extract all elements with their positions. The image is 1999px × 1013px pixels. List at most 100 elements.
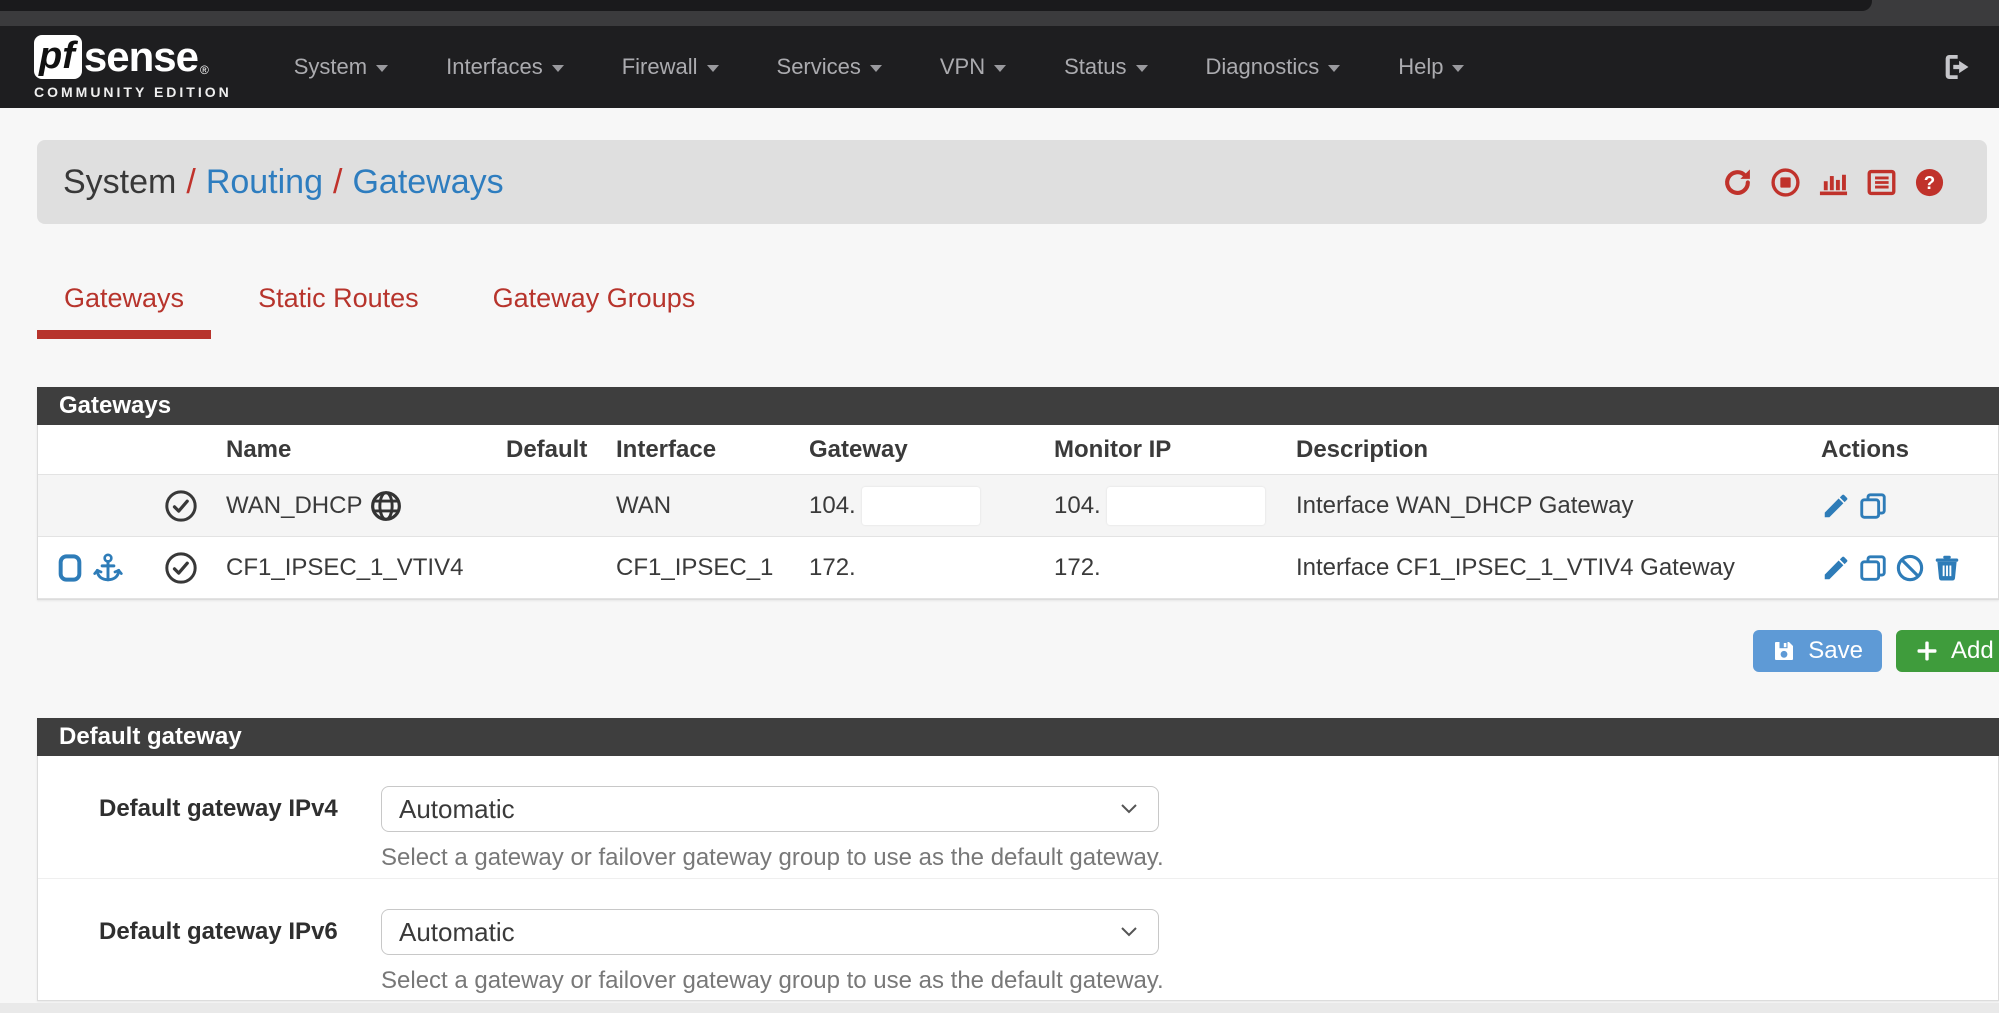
cell-interface: WAN — [606, 475, 799, 537]
nav-item-system[interactable]: System — [294, 54, 388, 80]
edit-icon[interactable] — [1821, 553, 1851, 583]
cell-gateway: 104. — [799, 475, 1044, 537]
cell-leading — [38, 537, 146, 599]
chevron-down-icon — [1120, 803, 1138, 815]
square-icon[interactable] — [58, 554, 82, 582]
nav-item-label: System — [294, 54, 367, 80]
gateways-table: Name Default Interface Gateway Monitor I… — [38, 425, 1998, 599]
chevron-down-icon — [1328, 65, 1340, 72]
cell-description: Interface CF1_IPSEC_1_VTIV4 Gateway — [1286, 537, 1811, 599]
plus-icon — [1915, 639, 1939, 663]
nav-item-help[interactable]: Help — [1398, 54, 1464, 80]
col-interface: Interface — [606, 425, 799, 475]
cell-monitor-ip: 172. — [1044, 537, 1286, 599]
breadcrumb-separator: / — [186, 163, 195, 202]
logo-pf-box: pf — [34, 35, 82, 79]
breadcrumb-bar: System / Routing / Gateways ? — [37, 140, 1987, 224]
globe-icon — [370, 490, 402, 522]
tab-static-routes[interactable]: Static Routes — [231, 270, 446, 339]
ipv4-help-text: Select a gateway or failover gateway gro… — [381, 844, 1998, 872]
nav-item-label: Interfaces — [446, 54, 543, 80]
top-navbar: pf sense ® COMMUNITY EDITION System Inte… — [0, 26, 1999, 108]
add-button[interactable]: Add — [1896, 630, 1999, 672]
ipv6-help-text: Select a gateway or failover gateway gro… — [381, 967, 1998, 995]
add-button-label: Add — [1951, 637, 1994, 665]
pfsense-logo[interactable]: pf sense ® COMMUNITY EDITION — [34, 35, 232, 99]
log-icon[interactable] — [1866, 167, 1897, 198]
col-name: Name — [216, 425, 496, 475]
breadcrumb-separator: / — [333, 163, 342, 202]
nav-item-status[interactable]: Status — [1064, 54, 1147, 80]
gateway-name: WAN_DHCP — [226, 492, 362, 520]
monitor-ip: 104. — [1054, 492, 1101, 520]
chevron-down-icon — [707, 65, 719, 72]
help-icon[interactable]: ? — [1914, 167, 1945, 198]
nav-item-interfaces[interactable]: Interfaces — [446, 54, 564, 80]
tab-gateway-groups[interactable]: Gateway Groups — [466, 270, 723, 339]
cell-name: WAN_DHCP — [216, 475, 496, 537]
cell-actions — [1811, 475, 1998, 537]
breadcrumb-section: System — [63, 163, 176, 202]
browser-chrome — [0, 0, 1999, 26]
default-gateway-panel-title: Default gateway — [37, 718, 1999, 756]
sign-out-icon[interactable] — [1941, 51, 1973, 83]
form-row-ipv4: Default gateway IPv4 Automatic Select a … — [38, 756, 1998, 878]
breadcrumb-link-routing[interactable]: Routing — [206, 163, 323, 202]
status-online-icon — [164, 551, 198, 585]
window-bottom-edge — [0, 1003, 1999, 1013]
cell-leading — [38, 475, 146, 537]
nav-item-label: Diagnostics — [1206, 54, 1320, 80]
cell-actions — [1811, 537, 1998, 599]
col-actions: Actions — [1811, 425, 1998, 475]
ipv4-select-value: Automatic — [399, 794, 515, 825]
chart-icon[interactable] — [1818, 167, 1849, 198]
chevron-down-icon — [1452, 65, 1464, 72]
nav-item-label: VPN — [940, 54, 985, 80]
nav-item-vpn[interactable]: VPN — [940, 54, 1006, 80]
ipv6-label: Default gateway IPv6 — [38, 909, 381, 1000]
cell-name: CF1_IPSEC_1_VTIV4 — [216, 537, 496, 599]
col-monitor-ip: Monitor IP — [1044, 425, 1286, 475]
default-gateway-ipv6-select[interactable]: Automatic — [381, 909, 1159, 955]
cell-status — [146, 537, 216, 599]
nav-item-label: Firewall — [622, 54, 698, 80]
chevron-down-icon — [870, 65, 882, 72]
save-button-label: Save — [1808, 637, 1863, 665]
cell-default — [496, 537, 606, 599]
delete-icon[interactable] — [1932, 553, 1962, 583]
nav-item-firewall[interactable]: Firewall — [622, 54, 719, 80]
browser-tab — [0, 0, 1872, 11]
copy-icon[interactable] — [1858, 491, 1888, 521]
anchor-icon — [92, 552, 124, 584]
nav-item-services[interactable]: Services — [777, 54, 882, 80]
ipv6-select-value: Automatic — [399, 917, 515, 948]
chevron-down-icon — [552, 65, 564, 72]
disable-icon[interactable] — [1895, 553, 1925, 583]
col-description: Description — [1286, 425, 1811, 475]
gateway-ip: 104. — [809, 492, 856, 520]
breadcrumb-link-gateways[interactable]: Gateways — [352, 163, 503, 202]
logo-sense-text: sense — [84, 36, 198, 78]
gateways-panel: Gateways Name Default Interface Gateway … — [37, 387, 1999, 600]
stop-icon[interactable] — [1770, 167, 1801, 198]
nav-item-label: Help — [1398, 54, 1443, 80]
logo-registered-mark: ® — [200, 64, 209, 76]
nav-item-label: Services — [777, 54, 861, 80]
nav-item-diagnostics[interactable]: Diagnostics — [1206, 54, 1341, 80]
refresh-icon[interactable] — [1722, 167, 1753, 198]
save-button[interactable]: Save — [1753, 630, 1882, 672]
default-gateway-ipv4-select[interactable]: Automatic — [381, 786, 1159, 832]
tab-gateways[interactable]: Gateways — [37, 270, 211, 339]
default-gateway-panel: Default gateway Default gateway IPv4 Aut… — [37, 718, 1999, 1001]
cell-status — [146, 475, 216, 537]
logo-edition-text: COMMUNITY EDITION — [34, 85, 232, 99]
edit-icon[interactable] — [1821, 491, 1851, 521]
breadcrumb-action-icons: ? — [1722, 167, 1961, 198]
redacted-ip-mask — [862, 487, 980, 525]
col-leading — [38, 425, 146, 475]
chevron-down-icon — [1136, 65, 1148, 72]
col-default: Default — [496, 425, 606, 475]
copy-icon[interactable] — [1858, 553, 1888, 583]
ipv4-label: Default gateway IPv4 — [38, 786, 381, 878]
nav-item-label: Status — [1064, 54, 1126, 80]
